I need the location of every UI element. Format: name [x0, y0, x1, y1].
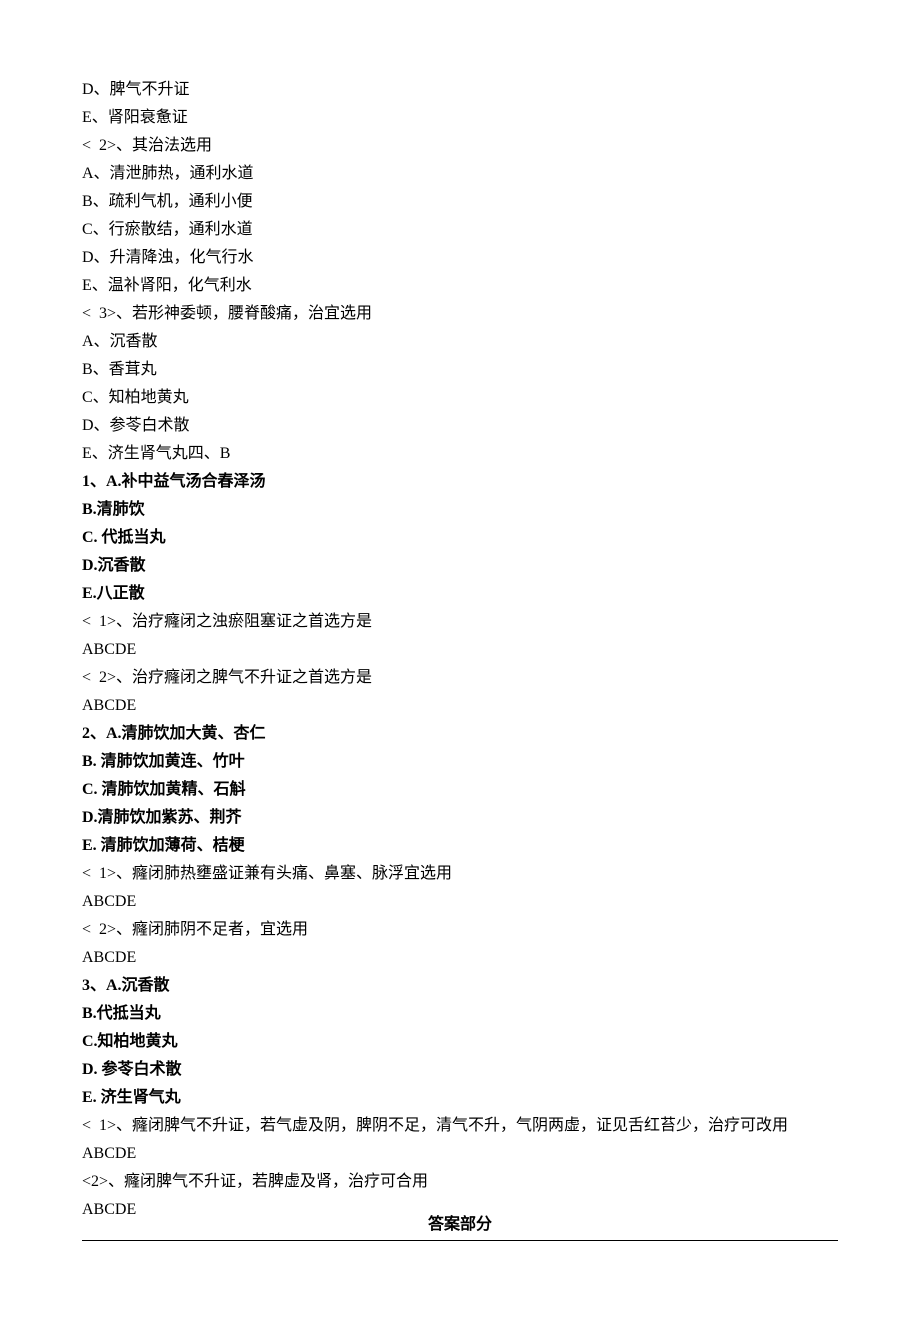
q3-option-d: D. 参苓白术散: [82, 1056, 838, 1084]
option-b: B、疏利气机，通利小便: [82, 188, 838, 216]
option-b: B、香茸丸: [82, 356, 838, 384]
q1-sub-1: < 1>、治疗癃闭之浊瘀阻塞证之首选方是: [82, 608, 838, 636]
q3-option-c: C.知柏地黄丸: [82, 1028, 838, 1056]
q3-sub-1: < 1>、癃闭脾气不升证，若气虚及阴，脾阴不足，清气不升，气阴两虚，证见舌红苔少…: [82, 1112, 838, 1168]
q3-option-e: E. 济生肾气丸: [82, 1084, 838, 1112]
answer-section-title: 答案部分: [426, 1211, 494, 1239]
option-d: D、升清降浊，化气行水: [82, 244, 838, 272]
q1-sub-2-choices: ABCDE: [82, 692, 838, 720]
q1-option-e: E.八正散: [82, 580, 838, 608]
option-d: D、脾气不升证: [82, 76, 838, 104]
option-c: C、行瘀散结，通利水道: [82, 216, 838, 244]
q2-sub-2-choices: ABCDE: [82, 944, 838, 972]
q2-option-a: 2、A.清肺饮加大黄、杏仁: [82, 720, 838, 748]
q2-option-c: C. 清肺饮加黄精、石斛: [82, 776, 838, 804]
option-e: E、温补肾阳，化气利水: [82, 272, 838, 300]
option-c: C、知柏地黄丸: [82, 384, 838, 412]
q3-sub-2: <2>、癃闭脾气不升证，若脾虚及肾，治疗可合用: [82, 1168, 838, 1196]
option-a: A、清泄肺热，通利水道: [82, 160, 838, 188]
sub-question-3: < 3>、若形神委顿，腰脊酸痛，治宜选用: [82, 300, 838, 328]
q2-option-b: B. 清肺饮加黄连、竹叶: [82, 748, 838, 776]
q3-option-a: 3、A.沉香散: [82, 972, 838, 1000]
q1-sub-1-choices: ABCDE: [82, 636, 838, 664]
q2-option-e: E. 清肺饮加薄荷、桔梗: [82, 832, 838, 860]
sub-question-2: < 2>、其治法选用: [82, 132, 838, 160]
q3-option-b: B.代抵当丸: [82, 1000, 838, 1028]
option-e: E、济生肾气丸四、B: [82, 440, 838, 468]
option-a: A、沉香散: [82, 328, 838, 356]
q2-sub-2: < 2>、癃闭肺阴不足者，宜选用: [82, 916, 838, 944]
q1-option-a: 1、A.补中益气汤合春泽汤: [82, 468, 838, 496]
q2-sub-1-choices: ABCDE: [82, 888, 838, 916]
option-d: D、参苓白术散: [82, 412, 838, 440]
q1-option-d: D.沉香散: [82, 552, 838, 580]
q1-option-b: B.清肺饮: [82, 496, 838, 524]
q2-option-d: D.清肺饮加紫苏、荆芥: [82, 804, 838, 832]
option-e: E、肾阳衰惫证: [82, 104, 838, 132]
q2-sub-1: < 1>、癃闭肺热壅盛证兼有头痛、鼻塞、脉浮宜选用: [82, 860, 838, 888]
answer-section-divider: 答案部分: [82, 1240, 838, 1269]
q1-sub-2: < 2>、治疗癃闭之脾气不升证之首选方是: [82, 664, 838, 692]
document-page: D、脾气不升证 E、肾阳衰惫证 < 2>、其治法选用 A、清泄肺热，通利水道 B…: [0, 0, 920, 1329]
q1-option-c: C. 代抵当丸: [82, 524, 838, 552]
